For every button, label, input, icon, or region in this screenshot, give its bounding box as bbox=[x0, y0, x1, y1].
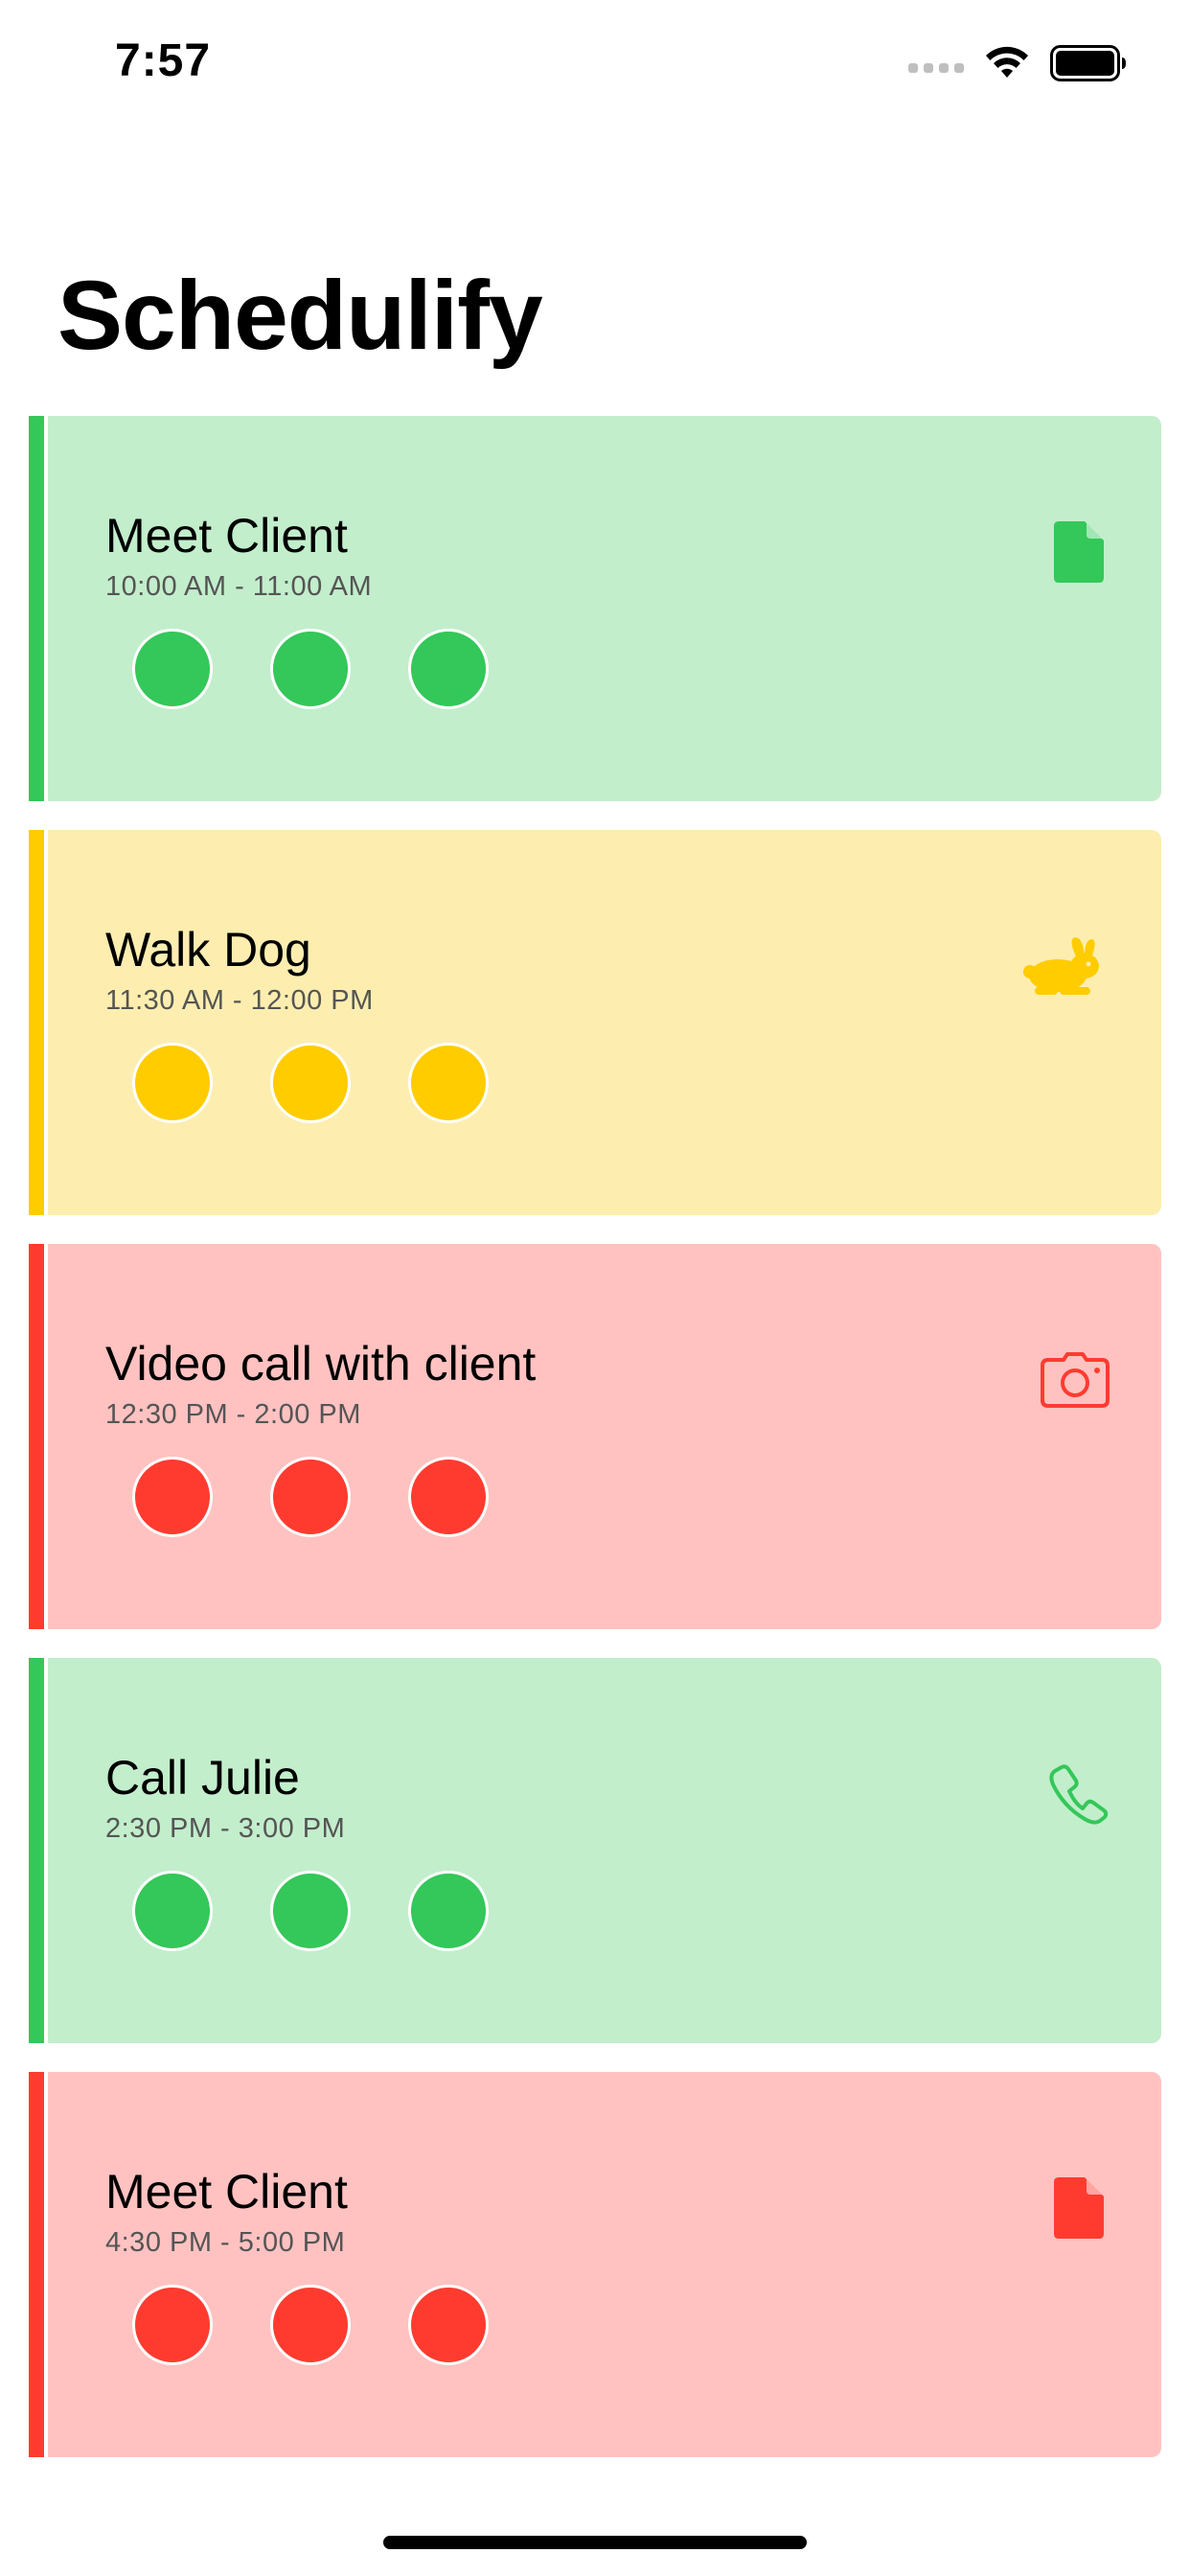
attendee-avatar[interactable] bbox=[270, 2285, 351, 2365]
event-color-stripe bbox=[29, 2072, 44, 2457]
attendee-list bbox=[132, 1043, 489, 1123]
camera-icon[interactable] bbox=[1041, 1349, 1110, 1411]
event-color-stripe bbox=[29, 416, 44, 801]
attendee-avatar[interactable] bbox=[132, 1871, 213, 1951]
event-list: Meet Client 10:00 AM - 11:00 AM Walk Dog 11… bbox=[29, 416, 1161, 2486]
event-title: Call Julie bbox=[105, 1751, 300, 1805]
event-color-stripe bbox=[29, 830, 44, 1215]
attendee-avatar[interactable] bbox=[270, 629, 351, 709]
event-time: 2:30 PM - 3:00 PM bbox=[105, 1813, 346, 1844]
event-time: 10:00 AM - 11:00 AM bbox=[105, 571, 373, 602]
attendee-list bbox=[132, 2285, 489, 2365]
attendee-list bbox=[132, 629, 489, 709]
event-time: 12:30 PM - 2:00 PM bbox=[105, 1399, 361, 1430]
event-color-stripe bbox=[29, 1658, 44, 2043]
status-time: 7:57 bbox=[115, 35, 212, 86]
event-time: 11:30 AM - 12:00 PM bbox=[105, 985, 374, 1016]
status-bar: 7:57 bbox=[0, 0, 1190, 126]
attendee-avatar[interactable] bbox=[132, 2285, 213, 2365]
attendee-avatar[interactable] bbox=[408, 1871, 489, 1951]
cellular-signal-icon bbox=[908, 63, 964, 73]
event-title: Meet Client bbox=[105, 509, 348, 563]
attendee-avatar[interactable] bbox=[408, 1457, 489, 1537]
attendee-avatar[interactable] bbox=[270, 1871, 351, 1951]
hare-icon[interactable] bbox=[1021, 935, 1110, 997]
event-card[interactable]: Meet Client 10:00 AM - 11:00 AM bbox=[29, 416, 1161, 801]
event-card[interactable]: Call Julie 2:30 PM - 3:00 PM bbox=[29, 1658, 1161, 2043]
attendee-list bbox=[132, 1871, 489, 1951]
event-card[interactable]: Walk Dog 11:30 AM - 12:00 PM bbox=[29, 830, 1161, 1215]
home-indicator[interactable] bbox=[383, 2536, 807, 2549]
page-title: Schedulify bbox=[57, 261, 543, 370]
event-title: Walk Dog bbox=[105, 923, 311, 977]
event-title: Meet Client bbox=[105, 2165, 348, 2219]
battery-icon bbox=[1050, 45, 1126, 81]
attendee-avatar[interactable] bbox=[270, 1043, 351, 1123]
attendee-avatar[interactable] bbox=[408, 2285, 489, 2365]
attendee-avatar[interactable] bbox=[408, 629, 489, 709]
event-card-body: Call Julie 2:30 PM - 3:00 PM bbox=[48, 1658, 1161, 2043]
attendee-avatar[interactable] bbox=[270, 1457, 351, 1537]
attendee-avatar[interactable] bbox=[408, 1043, 489, 1123]
event-card-body: Video call with client 12:30 PM - 2:00 PM bbox=[48, 1244, 1161, 1629]
attendee-avatar[interactable] bbox=[132, 629, 213, 709]
document-icon[interactable] bbox=[1048, 2177, 1110, 2239]
event-card[interactable]: Meet Client 4:30 PM - 5:00 PM bbox=[29, 2072, 1161, 2457]
event-card-body: Meet Client 4:30 PM - 5:00 PM bbox=[48, 2072, 1161, 2457]
event-color-stripe bbox=[29, 1244, 44, 1629]
status-icons bbox=[908, 44, 1127, 82]
attendee-avatar[interactable] bbox=[132, 1457, 213, 1537]
event-time: 4:30 PM - 5:00 PM bbox=[105, 2227, 346, 2258]
event-card-body: Walk Dog 11:30 AM - 12:00 PM bbox=[48, 830, 1161, 1215]
event-card[interactable]: Video call with client 12:30 PM - 2:00 PM bbox=[29, 1244, 1161, 1629]
wifi-icon bbox=[986, 46, 1028, 78]
event-title: Video call with client bbox=[105, 1337, 537, 1391]
attendee-avatar[interactable] bbox=[132, 1043, 213, 1123]
attendee-list bbox=[132, 1457, 489, 1537]
phone-icon[interactable] bbox=[1048, 1763, 1110, 1825]
event-card-body: Meet Client 10:00 AM - 11:00 AM bbox=[48, 416, 1161, 801]
document-icon[interactable] bbox=[1048, 521, 1110, 583]
